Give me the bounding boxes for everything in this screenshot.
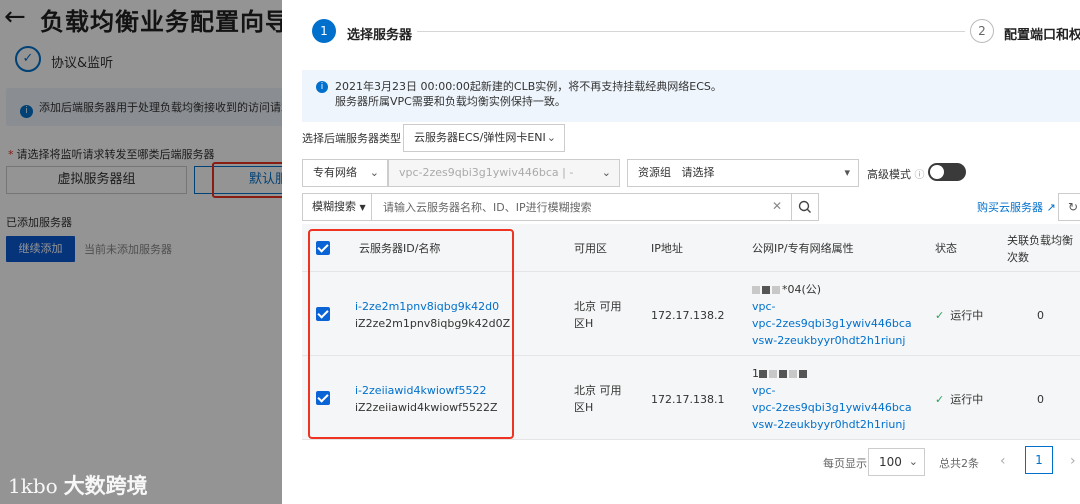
header-ip: IP地址 xyxy=(651,242,683,255)
server-zone: 北京 可用区H xyxy=(574,384,622,414)
network-type-value: 专有网络 xyxy=(313,166,357,179)
refresh-button[interactable]: ↻ xyxy=(1058,193,1080,221)
redacted-mark xyxy=(789,370,797,378)
resource-group-label: 资源组 xyxy=(638,166,671,179)
watermark-logo: 1kbo xyxy=(8,474,58,498)
status-text: 运行中 xyxy=(950,393,984,406)
advanced-mode-text: 高级模式 xyxy=(867,168,911,181)
redacted-mark xyxy=(759,370,767,378)
vsw-id-link[interactable]: vsw-2zeukbyyr0hdt2h1riunj xyxy=(752,416,905,433)
select-server-drawer: 1 选择服务器 2 配置端口和权重 i 2021年3月23日 00:00:00起… xyxy=(282,0,1080,504)
server-ip: 172.17.138.1 xyxy=(651,393,725,406)
check-icon: ✓ xyxy=(935,309,945,322)
highlight-frame-selection xyxy=(308,229,514,439)
per-page-value: 100 xyxy=(879,455,902,469)
chevron-down-icon: ⌄ xyxy=(601,166,611,179)
notice-banner: i 2021年3月23日 00:00:00起新建的CLB实例，将不再支持挂载经典… xyxy=(302,70,1080,122)
header-count: 关联负载均衡次数 xyxy=(1007,234,1073,264)
help-icon[interactable]: ⓘ xyxy=(915,170,925,181)
per-page-label: 每页显示 xyxy=(823,457,867,470)
redacted-mark xyxy=(772,286,780,294)
buy-ecs-text: 购买云服务器 xyxy=(977,201,1043,214)
search-mode-select[interactable]: 模糊搜索 ▼ xyxy=(302,193,372,221)
pagination: 每页显示 100 ⌄ 总共2条 ‹ 1 › xyxy=(282,446,1080,476)
chevron-down-icon: ⌄ xyxy=(369,166,379,179)
info-icon: i xyxy=(316,81,328,93)
redacted-mark xyxy=(752,286,760,294)
overlay-mask[interactable] xyxy=(0,0,282,504)
chevron-down-icon: ⌄ xyxy=(546,131,556,144)
check-icon: ✓ xyxy=(935,393,945,406)
status-badge: ✓ 运行中 xyxy=(935,307,983,324)
chevron-down-icon: ▾ xyxy=(844,166,850,179)
per-page-select[interactable]: 100 ⌄ xyxy=(868,448,925,476)
header-zone: 可用区 xyxy=(574,242,607,255)
vpc-select[interactable]: vpc-2zes9qbi3g1ywiv446bca | - ⌄ xyxy=(388,159,620,187)
public-ip: 1 xyxy=(752,365,809,382)
vpc-value: vpc-2zes9qbi3g1ywiv446bca | - xyxy=(399,166,574,179)
redacted-mark xyxy=(779,370,787,378)
server-type-select[interactable]: 云服务器ECS/弹性网卡ENI ⌄ xyxy=(403,124,565,152)
resource-group-select[interactable]: 资源组 请选择 ▾ xyxy=(627,159,859,187)
search-input[interactable] xyxy=(371,193,792,221)
total-count: 总共2条 xyxy=(939,457,979,470)
watermark: 1kbo 大数跨境 xyxy=(8,470,148,500)
header-public: 公网IP/专有网络属性 xyxy=(752,242,854,255)
notice-line-1: 2021年3月23日 00:00:00起新建的CLB实例，将不再支持挂载经典网络… xyxy=(335,80,722,93)
public-ip-text: 1 xyxy=(752,367,759,380)
redacted-mark xyxy=(769,370,777,378)
server-zone: 北京 可用区H xyxy=(574,300,622,330)
redacted-mark xyxy=(799,370,807,378)
status-badge: ✓ 运行中 xyxy=(935,391,983,408)
header-status: 状态 xyxy=(935,242,957,255)
advanced-mode-label: 高级模式 ⓘ xyxy=(867,166,925,182)
network-type-select[interactable]: 专有网络 ⌄ xyxy=(302,159,388,187)
page-button-current[interactable]: 1 xyxy=(1025,446,1053,474)
resource-group-placeholder: 请选择 xyxy=(681,166,715,179)
vpc-prefix-link[interactable]: vpc- xyxy=(752,298,776,315)
step-2-circle: 2 xyxy=(970,19,994,43)
buy-ecs-link[interactable]: 购买云服务器 ↗ xyxy=(977,199,1056,215)
background-page: ← 负载均衡业务配置向导 ✓ 协议&监听 i 添加后端服务器用于处理负载均衡接收到… xyxy=(0,0,282,504)
server-type-value: 云服务器ECS/弹性网卡ENI xyxy=(414,131,546,144)
vpc-id-link[interactable]: vpc-2zes9qbi3g1ywiv446bca xyxy=(752,399,912,416)
redacted-mark xyxy=(762,286,770,294)
lb-count: 0 xyxy=(1037,393,1044,406)
advanced-mode-toggle[interactable] xyxy=(928,163,966,181)
search-icon xyxy=(798,200,811,213)
external-link-icon: ↗ xyxy=(1046,201,1056,214)
status-text: 运行中 xyxy=(950,309,984,322)
search-bar: 模糊搜索 ▼ ✕ xyxy=(302,193,819,221)
wizard-steps: 1 选择服务器 2 配置端口和权重 xyxy=(282,0,1080,62)
server-type-label: 选择后端服务器类型 xyxy=(302,132,401,145)
search-button[interactable] xyxy=(791,193,819,221)
notice-line-2: 服务器所属VPC需要和负载均衡实例保持一致。 xyxy=(335,95,566,108)
step-1-circle: 1 xyxy=(312,19,336,43)
public-ip: *04(公) xyxy=(752,281,821,298)
toggle-knob xyxy=(930,165,944,179)
lb-count: 0 xyxy=(1037,309,1044,322)
step-1-label: 选择服务器 xyxy=(347,28,413,43)
search-mode-value: 模糊搜索 xyxy=(312,200,356,213)
prev-page-icon[interactable]: ‹ xyxy=(1000,453,1006,469)
refresh-icon: ↻ xyxy=(1067,200,1079,214)
caret-down-icon: ▼ xyxy=(359,203,366,212)
vsw-id-link[interactable]: vsw-2zeukbyyr0hdt2h1riunj xyxy=(752,332,905,349)
step-connector xyxy=(417,31,965,32)
step-2-label: 配置端口和权重 xyxy=(1004,28,1080,43)
public-ip-text: *04(公) xyxy=(782,283,822,296)
vpc-prefix-link[interactable]: vpc- xyxy=(752,382,776,399)
next-page-icon[interactable]: › xyxy=(1070,453,1076,469)
chevron-down-icon: ⌄ xyxy=(908,455,918,468)
watermark-text: 大数跨境 xyxy=(63,474,148,498)
vpc-id-link[interactable]: vpc-2zes9qbi3g1ywiv446bca xyxy=(752,315,912,332)
clear-icon[interactable]: ✕ xyxy=(772,199,782,213)
server-ip: 172.17.138.2 xyxy=(651,309,725,322)
